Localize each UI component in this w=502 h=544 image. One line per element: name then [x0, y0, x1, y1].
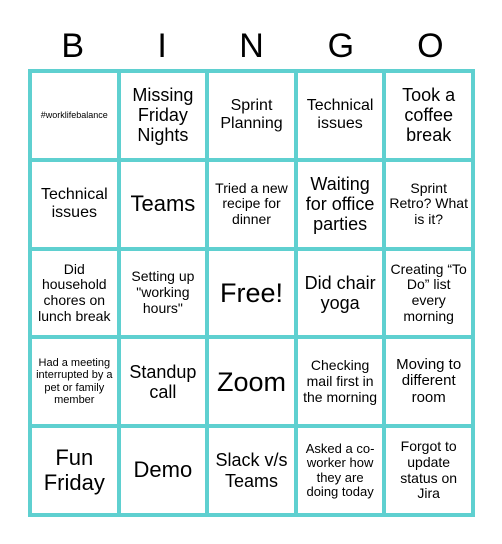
bingo-header: B I N G O [28, 26, 475, 66]
bingo-cell[interactable]: Sprint Retro? What is it? [384, 159, 473, 249]
bingo-board: #worklifebalance Missing Friday Nights S… [28, 69, 475, 517]
bingo-cell[interactable]: Teams [118, 159, 208, 249]
bingo-cell[interactable]: #worklifebalance [30, 71, 119, 160]
bingo-cell[interactable]: Took a coffee break [384, 71, 473, 160]
bingo-cell[interactable]: Sprint Planning [207, 71, 296, 160]
bingo-cell[interactable]: Checking mail first in the morning [295, 337, 385, 427]
bingo-cell[interactable]: Missing Friday Nights [118, 71, 208, 160]
bingo-cell[interactable]: Forgot to update status on Jira [384, 426, 473, 515]
bingo-cell[interactable]: Did chair yoga [295, 248, 385, 338]
header-letter-g: G [327, 27, 355, 65]
bingo-cell[interactable]: Tried a new recipe for dinner [207, 159, 296, 249]
bingo-cell[interactable]: Waiting for office parties [295, 159, 385, 249]
header-letter-b: B [61, 27, 85, 65]
bingo-cell[interactable]: Had a meeting interrupted by a pet or fa… [30, 337, 119, 427]
bingo-cell[interactable]: Did household chores on lunch break [30, 248, 119, 338]
bingo-cell[interactable]: Creating “To Do” list every morning [384, 248, 473, 338]
bingo-cell[interactable]: Zoom [207, 337, 296, 427]
bingo-cell[interactable]: Standup call [118, 337, 208, 427]
bingo-cell[interactable]: Slack v/s Teams [207, 426, 296, 515]
header-letter-i: I [157, 27, 167, 65]
bingo-cell[interactable]: Technical issues [295, 71, 385, 160]
bingo-cell[interactable]: Setting up "working hours" [118, 248, 208, 338]
header-letter-n: N [239, 27, 264, 65]
bingo-cell[interactable]: Demo [118, 426, 208, 515]
header-letter-o: O [417, 27, 444, 65]
bingo-cell[interactable]: Technical issues [30, 159, 119, 249]
bingo-cell[interactable]: Asked a co-worker how they are doing tod… [295, 426, 385, 515]
bingo-cell-free[interactable]: Free! [207, 248, 296, 338]
bingo-cell[interactable]: Moving to different room [384, 337, 473, 427]
bingo-cell[interactable]: Fun Friday [30, 426, 119, 515]
